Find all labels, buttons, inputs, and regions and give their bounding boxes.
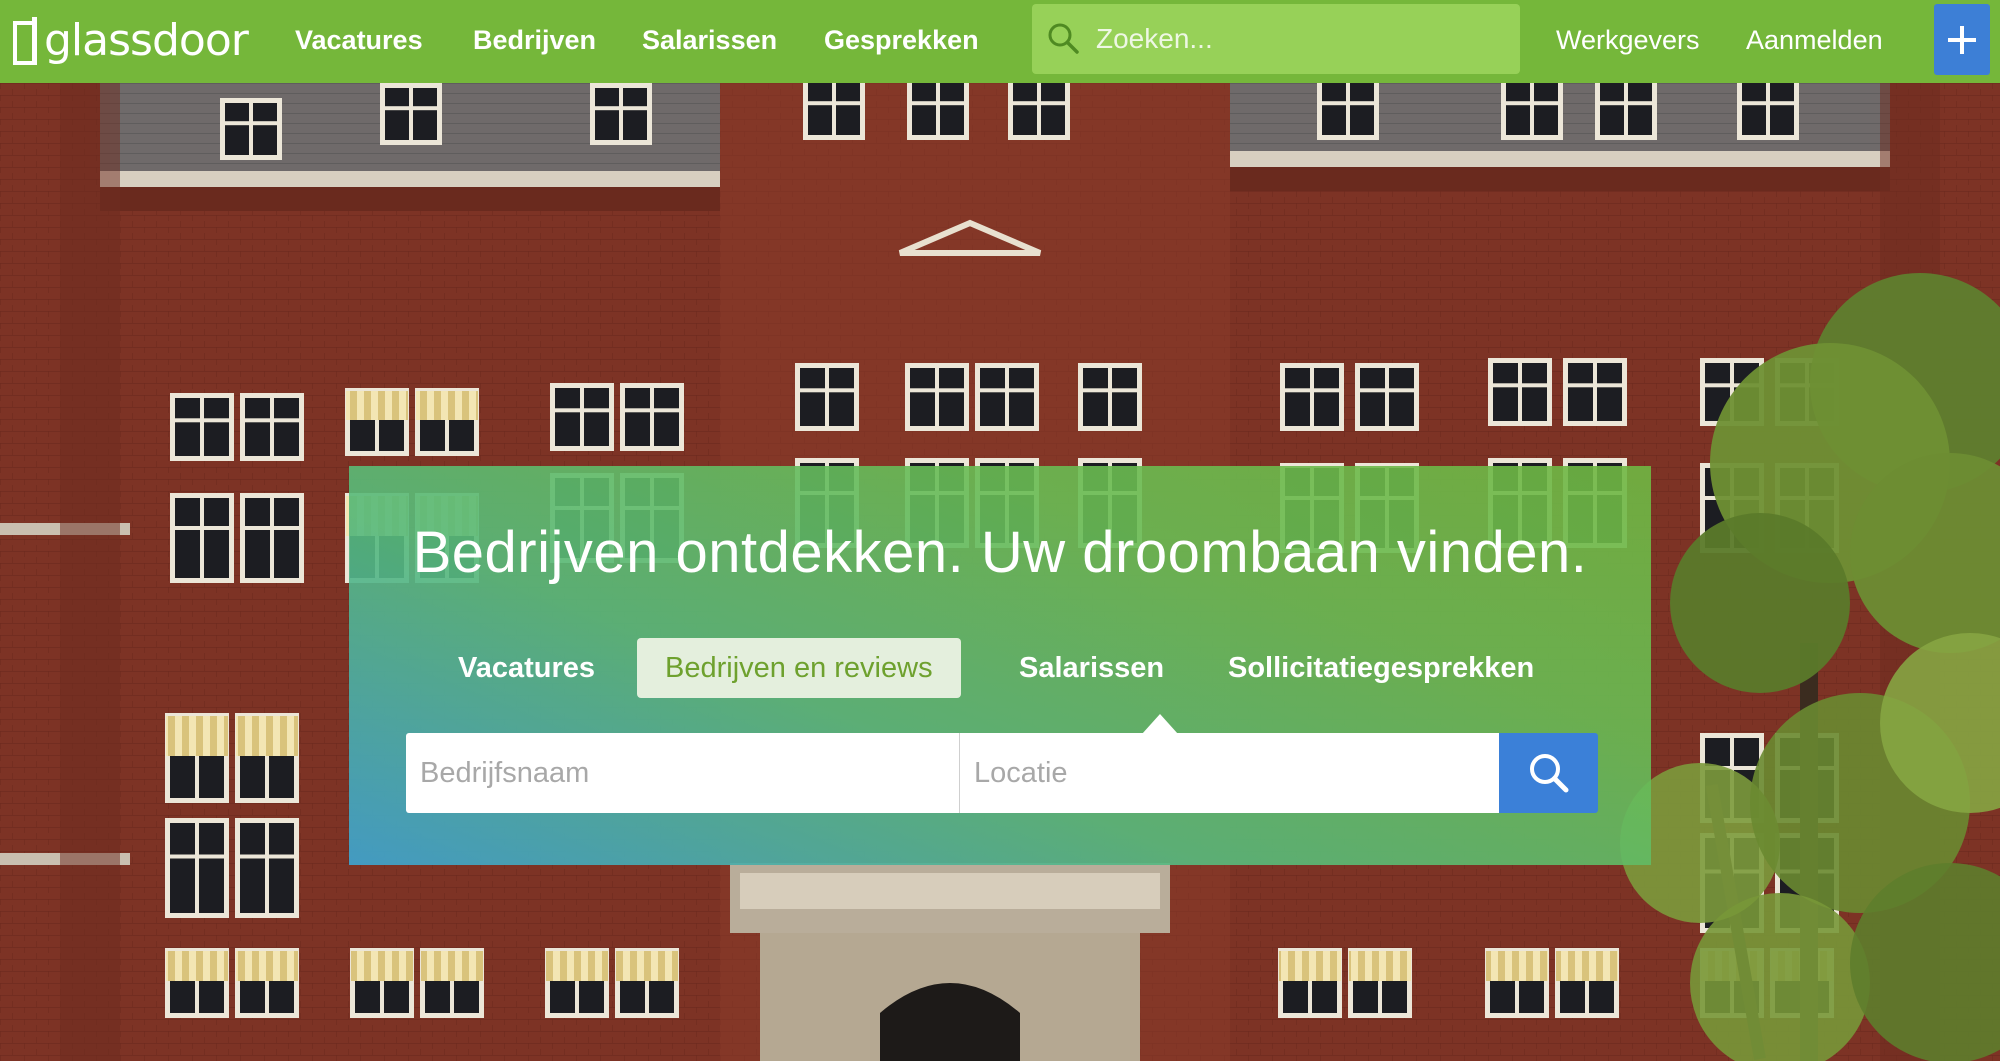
top-navigation-bar: glassdoor Vacatures Bedrijven Salarissen…: [0, 0, 2000, 83]
global-search-box[interactable]: [1032, 4, 1520, 74]
nav-aanmelden[interactable]: Aanmelden: [1746, 22, 1883, 58]
location-input[interactable]: [960, 733, 1499, 813]
tab-salarissen[interactable]: Salarissen: [1019, 638, 1164, 698]
glassdoor-logo[interactable]: glassdoor: [10, 13, 249, 69]
nav-salarissen[interactable]: Salarissen: [642, 22, 777, 58]
global-search-input[interactable]: [1094, 13, 1498, 65]
nav-bedrijven[interactable]: Bedrijven: [473, 22, 596, 58]
search-icon: [1048, 23, 1079, 54]
glassdoor-door-icon: [13, 17, 37, 65]
plus-button[interactable]: [1934, 4, 1990, 75]
plus-icon: [1948, 25, 1976, 54]
search-icon: [1529, 754, 1568, 793]
tab-vacatures[interactable]: Vacatures: [458, 638, 595, 698]
search-button[interactable]: [1499, 733, 1598, 813]
company-name-input[interactable]: [406, 733, 959, 813]
nav-werkgevers[interactable]: Werkgevers: [1556, 22, 1700, 58]
nav-vacatures[interactable]: Vacatures: [295, 22, 423, 58]
search-category-tabs: Vacatures Bedrijven en reviews Salarisse…: [349, 638, 1651, 700]
active-tab-pointer: [1142, 714, 1178, 734]
hero-search-panel: Bedrijven ontdekken. Uw droombaan vinden…: [349, 466, 1651, 865]
nav-gesprekken[interactable]: Gesprekken: [824, 22, 979, 58]
tab-bedrijven-en-reviews[interactable]: Bedrijven en reviews: [637, 638, 961, 698]
brand-name: glassdoor: [44, 15, 249, 66]
tab-sollicitatiegesprekken[interactable]: Sollicitatiegesprekken: [1228, 638, 1534, 698]
hero-headline: Bedrijven ontdekken. Uw droombaan vinden…: [412, 520, 1588, 585]
